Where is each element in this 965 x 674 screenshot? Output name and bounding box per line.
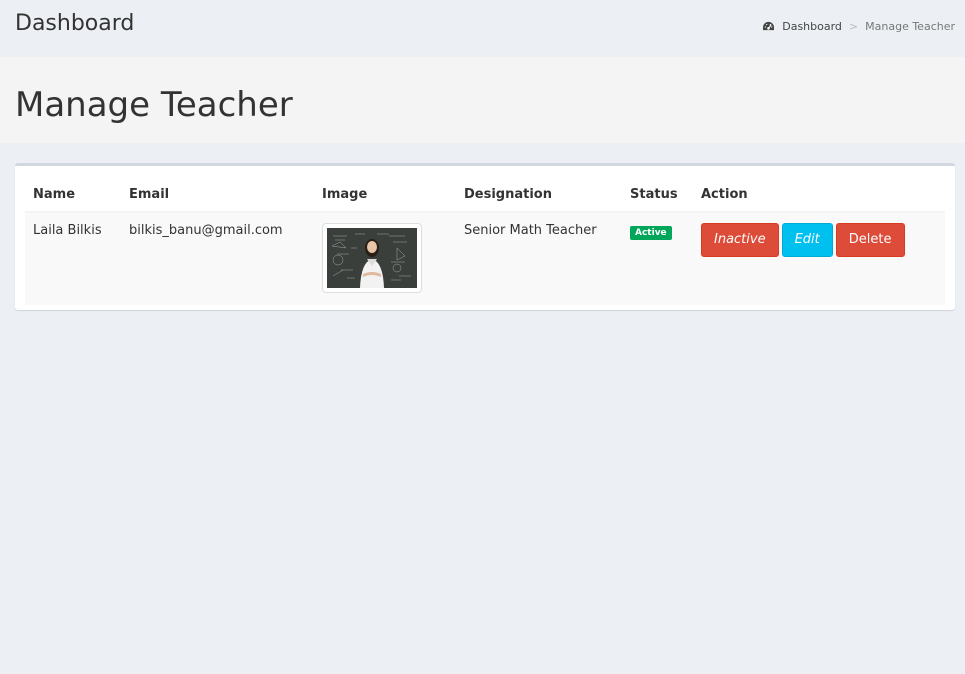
- cell-designation: Senior Math Teacher: [456, 212, 622, 305]
- column-header-action: Action: [693, 178, 945, 213]
- page-title: Manage Teacher: [15, 85, 293, 125]
- status-badge: Active: [630, 226, 672, 240]
- cell-actions: Inactive Edit Delete: [693, 212, 945, 305]
- delete-button[interactable]: Delete: [835, 223, 905, 257]
- breadcrumb-separator: >: [848, 20, 859, 33]
- table-row: Laila Bilkis bilkis_banu@gmail.com Senio…: [25, 212, 945, 305]
- column-header-name: Name: [25, 178, 121, 213]
- column-header-image: Image: [314, 178, 456, 213]
- column-header-email: Email: [121, 178, 314, 213]
- breadcrumb-home-label: Dashboard: [782, 20, 842, 33]
- cell-email: bilkis_banu@gmail.com: [121, 212, 314, 305]
- column-header-designation: Designation: [456, 178, 622, 213]
- cell-status: Active: [622, 212, 693, 305]
- dashboard-icon: [763, 21, 775, 31]
- cell-name: Laila Bilkis: [25, 212, 121, 305]
- edit-button[interactable]: Edit: [781, 223, 833, 257]
- top-bar: Dashboard Dashboard > Manage Teacher: [0, 0, 965, 57]
- teacher-table-box: Name Email Image Designation Status Acti…: [15, 163, 955, 310]
- teacher-photo: [322, 223, 422, 293]
- column-header-status: Status: [622, 178, 693, 213]
- breadcrumb-current: Manage Teacher: [865, 20, 955, 33]
- table-header-row: Name Email Image Designation Status Acti…: [25, 178, 945, 213]
- cell-image: [314, 212, 456, 305]
- breadcrumb: Dashboard > Manage Teacher: [762, 20, 955, 33]
- inactive-button[interactable]: Inactive: [701, 223, 779, 257]
- teacher-photo-image: [327, 228, 417, 288]
- page-header: Manage Teacher: [0, 57, 965, 143]
- teacher-table: Name Email Image Designation Status Acti…: [25, 178, 945, 305]
- breadcrumb-home-link[interactable]: Dashboard: [762, 20, 842, 33]
- app-title: Dashboard: [15, 11, 135, 36]
- action-group: Inactive Edit Delete: [701, 223, 937, 257]
